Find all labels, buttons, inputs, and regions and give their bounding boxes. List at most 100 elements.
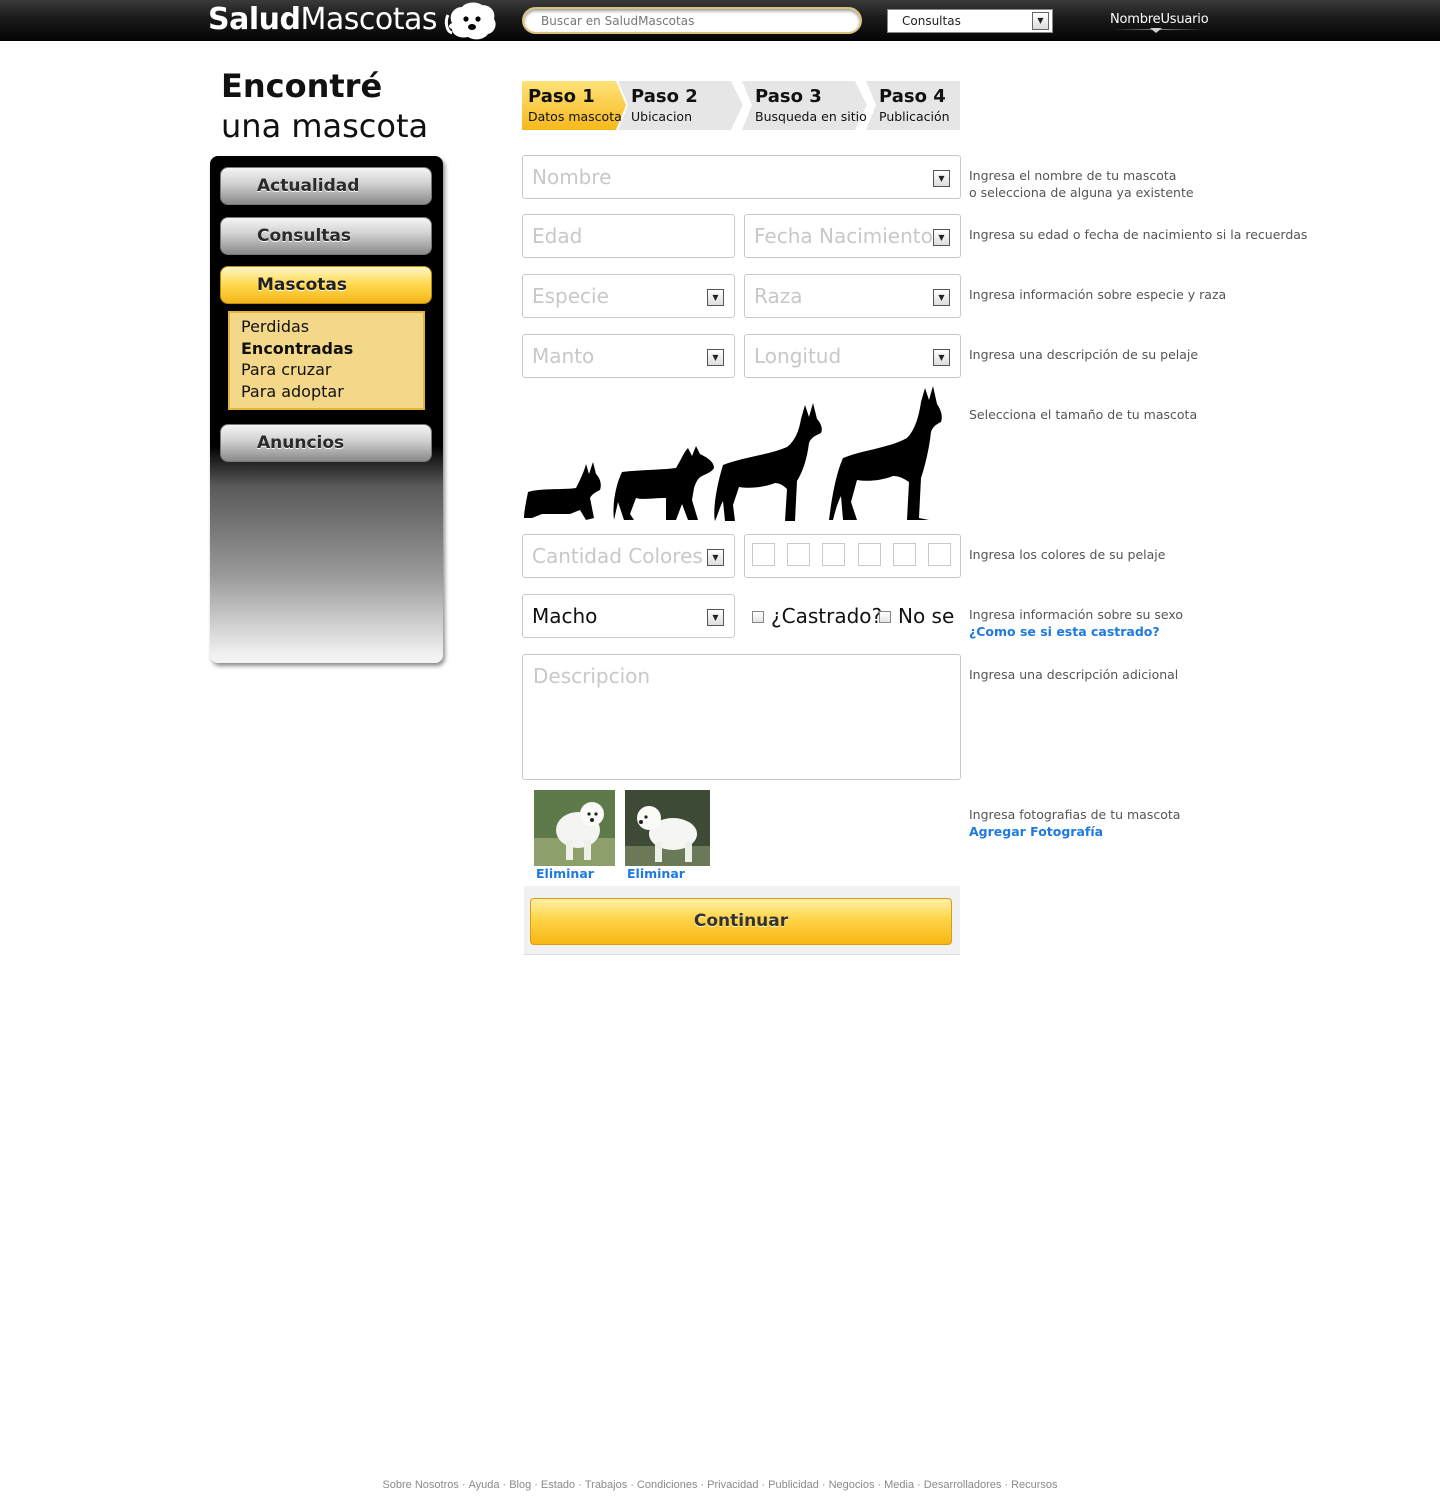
footer-link-blog[interactable]: Blog	[509, 1479, 531, 1491]
longitud-select[interactable]: Longitud ▼	[744, 334, 961, 378]
step-2-number: Paso 2	[631, 86, 698, 107]
color-swatch-3[interactable]	[822, 543, 845, 566]
dropdown-arrow-icon[interactable]: ▼	[707, 349, 724, 366]
sidebar-item-actualidad[interactable]: Actualidad	[220, 167, 432, 205]
search-box[interactable]	[522, 7, 862, 34]
dropdown-arrow-icon[interactable]: ▼	[933, 349, 950, 366]
large-dog-icon[interactable]	[713, 401, 825, 523]
step-3[interactable]: Paso 3 Busqueda en sitio	[742, 81, 870, 130]
remove-photo-2-link[interactable]: Eliminar	[627, 866, 685, 881]
castrado-info-link[interactable]: ¿Como se si esta castrado?	[969, 623, 1183, 640]
footer-link-media[interactable]: Media	[884, 1479, 914, 1491]
dropdown-arrow-icon[interactable]: ▼	[933, 289, 950, 306]
step-2[interactable]: Paso 2 Ubicacion	[618, 81, 746, 130]
footer: Sobre Nosotros · Ayuda · Blog · Estado · Trabajo…	[0, 1479, 1440, 1491]
footer-link-sobre-nosotros[interactable]: Sobre Nosotros	[382, 1479, 458, 1491]
castrado-checkbox[interactable]	[752, 611, 764, 623]
cantidad-colores-select[interactable]: Cantidad Colores ▼	[522, 534, 735, 578]
pet-photo-2	[625, 790, 710, 866]
fecha-nacimiento-field[interactable]: Fecha Nacimiento ▼	[744, 214, 961, 258]
color-swatch-6[interactable]	[928, 543, 951, 566]
submenu-item-para-cruzar[interactable]: Para cruzar	[241, 359, 423, 381]
descripcion-textarea[interactable]: Descripcion	[522, 654, 961, 780]
step-3-label: Busqueda en sitio	[755, 109, 867, 124]
user-menu[interactable]: NombreUsuario	[1110, 12, 1209, 27]
remove-photo-1-link[interactable]: Eliminar	[536, 866, 594, 881]
step-4[interactable]: Paso 4 Publicación	[866, 81, 960, 130]
edad-field[interactable]: Edad	[522, 214, 735, 258]
edad-placeholder: Edad	[532, 224, 583, 248]
sexo-select[interactable]: Macho ▼	[522, 594, 735, 638]
especie-help: Ingresa información sobre especie y raza	[969, 287, 1227, 302]
fotos-help-text: Ingresa fotografias de tu mascota	[969, 807, 1181, 822]
submenu-item-perdidas[interactable]: Perdidas	[241, 316, 423, 338]
giant-dog-icon[interactable]	[829, 386, 945, 522]
sexo-help-text: Ingresa información sobre su sexo	[969, 607, 1184, 622]
footer-link-desarrolladores[interactable]: Desarrolladores	[924, 1479, 1002, 1491]
submenu-item-encontradas[interactable]: Encontradas	[241, 338, 423, 360]
step-1-number: Paso 1	[528, 86, 595, 107]
step-1-label: Datos mascota	[528, 109, 622, 124]
continue-panel: Continuar	[524, 886, 960, 955]
dropdown-arrow-icon[interactable]: ▼	[933, 229, 950, 246]
step-1[interactable]: Paso 1 Datos mascota	[522, 81, 628, 130]
footer-link-negocios[interactable]: Negocios	[829, 1479, 875, 1491]
cantidad-colores-placeholder: Cantidad Colores	[532, 544, 703, 568]
footer-separator: ·	[821, 1479, 826, 1491]
footer-separator: ·	[1004, 1479, 1009, 1491]
raza-placeholder: Raza	[754, 284, 803, 308]
color-swatch-2[interactable]	[787, 543, 810, 566]
edad-help: Ingresa su edad o fecha de nacimiento si…	[969, 227, 1308, 242]
footer-separator: ·	[578, 1479, 582, 1491]
dropdown-arrow-icon[interactable]: ▼	[707, 549, 724, 566]
nombre-placeholder: Nombre	[532, 165, 612, 189]
color-swatch-1[interactable]	[752, 543, 775, 566]
add-photo-link[interactable]: Agregar Fotografía	[969, 823, 1180, 840]
especie-placeholder: Especie	[532, 284, 609, 308]
color-swatch-4[interactable]	[858, 543, 881, 566]
pet-photo-2-image	[625, 790, 710, 866]
footer-separator: ·	[502, 1479, 507, 1491]
footer-separator: ·	[700, 1479, 705, 1491]
sexo-help: Ingresa información sobre su sexo ¿Como …	[969, 606, 1183, 640]
nombre-field[interactable]: Nombre ▼	[522, 155, 961, 199]
sidebar-item-mascotas[interactable]: Mascotas	[220, 266, 432, 304]
category-select[interactable]: Consultas ▼	[887, 9, 1053, 33]
raza-select[interactable]: Raza ▼	[744, 274, 961, 318]
manto-placeholder: Manto	[532, 344, 595, 368]
chevron-down-icon[interactable]: ▼	[1032, 12, 1049, 30]
footer-link-recursos[interactable]: Recursos	[1011, 1479, 1057, 1491]
tamano-help: Selecciona el tamaño de tu mascota	[969, 407, 1198, 422]
dropdown-arrow-icon[interactable]: ▼	[707, 609, 724, 626]
small-dog-icon[interactable]	[522, 458, 604, 522]
sidebar: Actualidad Consultas Mascotas Perdidas E…	[210, 156, 443, 663]
pet-photo-1-image	[534, 790, 615, 866]
logo[interactable]: SaludMascotas	[208, 2, 437, 37]
search-input[interactable]	[524, 9, 860, 32]
footer-link-publicidad[interactable]: Publicidad	[768, 1479, 819, 1491]
no-se-checkbox[interactable]	[879, 611, 891, 623]
step-2-label: Ubicacion	[631, 109, 693, 124]
dropdown-arrow-icon[interactable]: ▼	[707, 289, 724, 306]
user-menu-chevron-icon[interactable]	[1150, 28, 1162, 33]
sidebar-item-consultas[interactable]: Consultas	[220, 217, 432, 255]
step-3-number: Paso 3	[755, 86, 822, 107]
footer-link-privacidad[interactable]: Privacidad	[707, 1479, 758, 1491]
step-4-number: Paso 4	[879, 86, 946, 107]
continue-button[interactable]: Continuar	[530, 898, 952, 945]
footer-link-trabajos[interactable]: Trabajos	[585, 1479, 627, 1491]
footer-link-ayuda[interactable]: Ayuda	[469, 1479, 500, 1491]
footer-link-estado[interactable]: Estado	[541, 1479, 575, 1491]
dog-face-icon	[444, 2, 496, 40]
submenu-item-para-adoptar[interactable]: Para adoptar	[241, 381, 423, 403]
descripcion-placeholder: Descripcion	[533, 664, 651, 688]
sidebar-item-anuncios[interactable]: Anuncios	[220, 424, 432, 462]
manto-select[interactable]: Manto ▼	[522, 334, 735, 378]
especie-select[interactable]: Especie ▼	[522, 274, 735, 318]
footer-link-condiciones[interactable]: Condiciones	[637, 1479, 698, 1491]
descripcion-help: Ingresa una descripción adicional	[969, 667, 1179, 682]
medium-dog-icon[interactable]	[612, 444, 716, 522]
nombre-help-line1: Ingresa el nombre de tu mascota	[969, 168, 1177, 183]
color-swatch-5[interactable]	[893, 543, 916, 566]
dropdown-arrow-icon[interactable]: ▼	[933, 170, 950, 187]
